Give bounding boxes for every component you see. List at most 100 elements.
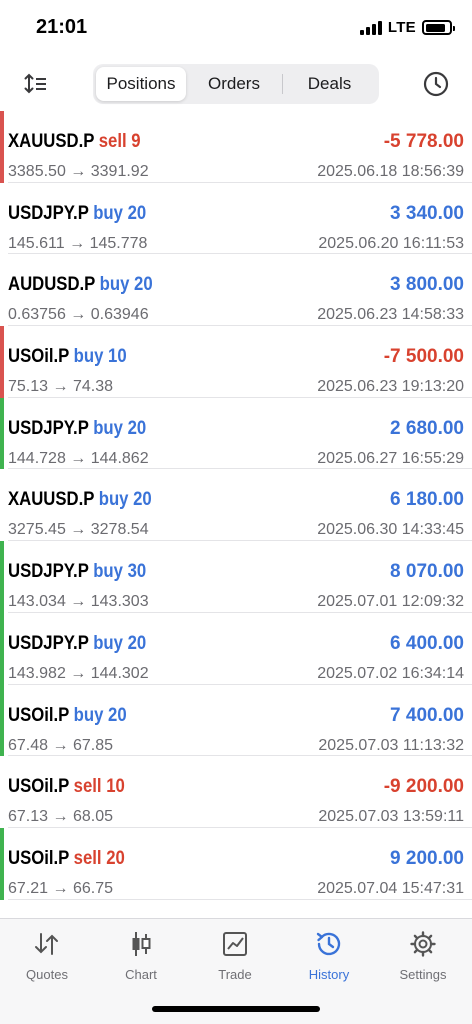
open-price: 67.21 — [8, 879, 49, 897]
trade-side: sell 9 — [98, 131, 141, 152]
trade-row[interactable]: USDJPY.P buy 20 143.982 → 144.302 6 400.00… — [0, 612, 472, 685]
arrow-icon: → — [70, 449, 87, 467]
status-time: 21:01 — [36, 16, 88, 38]
trade-chart-icon — [220, 929, 250, 959]
trade-symbol: XAUUSD.P — [8, 489, 95, 511]
arrow-icon: → — [70, 664, 87, 682]
tab-settings[interactable]: Settings — [376, 929, 470, 989]
trade-side: buy 30 — [93, 561, 147, 583]
open-price: 75.13 — [8, 378, 49, 396]
trade-list: XAUUSD.P sell 9 3385.50 → 3391.92 -5 778.0… — [0, 111, 472, 900]
arrow-icon: → — [52, 808, 69, 826]
trade-side: sell 10 — [73, 776, 125, 798]
open-price: 67.48 — [8, 736, 49, 754]
tab-quotes[interactable]: Quotes — [0, 929, 94, 989]
gear-icon — [408, 929, 438, 959]
open-price: 143.034 — [8, 593, 66, 611]
row-divider — [8, 898, 472, 900]
trade-symbol: AUDUSD.P — [8, 274, 96, 296]
arrow-icon: → — [70, 163, 87, 180]
result-marker — [0, 827, 4, 900]
segment-positions[interactable]: Positions — [96, 67, 186, 101]
trade-row[interactable]: AUDUSD.P buy 20 0.63756 → 0.63946 3 800.00… — [0, 254, 472, 327]
arrow-icon: → — [70, 521, 87, 539]
trade-row[interactable]: USDJPY.P buy 20 144.728 → 144.862 2 680.00… — [0, 397, 472, 470]
trade-row[interactable]: XAUUSD.P buy 20 3275.45 → 3278.54 6 180.00… — [0, 469, 472, 542]
segment-label: Orders — [208, 74, 260, 93]
tab-trade[interactable]: Trade — [188, 929, 282, 989]
toolbar: Positions Orders Deals — [0, 60, 472, 110]
trade-profit: 3 800.00 — [390, 274, 464, 296]
history-period-button[interactable] — [420, 68, 452, 100]
trade-profit: 3 340.00 — [390, 202, 464, 224]
arrow-icon: → — [52, 378, 69, 396]
close-price: 74.38 — [72, 378, 113, 396]
trade-symbol: USDJPY.P — [8, 417, 89, 439]
trade-symbol: USOil.P — [8, 346, 70, 368]
result-marker — [0, 183, 4, 255]
result-marker — [0, 397, 4, 470]
trade-prices: 75.13 → 74.38 — [8, 378, 113, 396]
trade-prices: 67.48 → 67.85 — [8, 737, 113, 755]
trade-prices: 67.13 → 68.05 — [8, 808, 113, 826]
tab-label: Trade — [218, 967, 252, 982]
trade-profit: 6 400.00 — [390, 632, 464, 654]
quotes-arrows-icon — [32, 929, 62, 959]
trade-profit: -9 200.00 — [383, 776, 464, 798]
trade-profit: 9 200.00 — [390, 847, 464, 869]
trade-datetime: 2025.07.03 11:13:32 — [318, 736, 464, 754]
trade-symbol-line: USOil.P buy 20 — [8, 705, 127, 727]
trade-datetime: 2025.07.03 13:59:11 — [318, 808, 464, 826]
result-marker — [0, 469, 4, 541]
trade-prices: 0.63756 → 0.63946 — [8, 306, 149, 324]
trade-prices: 67.21 → 66.75 — [8, 880, 113, 898]
close-price: 68.05 — [72, 808, 113, 826]
trade-prices: 3275.45 → 3278.54 — [8, 521, 149, 539]
trade-row[interactable]: USDJPY.P buy 20 145.611 → 145.778 3 340.00… — [0, 183, 472, 255]
trade-row[interactable]: USOil.P buy 20 67.48 → 67.85 7 400.00 2025.… — [0, 684, 472, 757]
history-clock-icon — [314, 929, 344, 959]
trade-symbol-line: USDJPY.P buy 20 — [8, 633, 146, 655]
segment-deals[interactable]: Deals — [283, 67, 376, 101]
candlestick-icon — [126, 929, 156, 959]
trade-symbol-line: USOil.P buy 10 — [8, 346, 127, 368]
trade-symbol: XAUUSD.P — [8, 131, 95, 152]
trade-row[interactable]: USOil.P sell 10 67.13 → 68.05 -9 200.00 202… — [0, 756, 472, 828]
open-price: 67.13 — [8, 808, 49, 826]
open-price: 3275.45 — [8, 521, 66, 539]
home-indicator — [152, 1006, 320, 1012]
result-marker — [0, 254, 4, 326]
trade-symbol: USDJPY.P — [8, 561, 89, 583]
trade-row[interactable]: USOil.P sell 20 67.21 → 66.75 9 200.00 2025… — [0, 827, 472, 900]
trade-prices: 143.982 → 144.302 — [8, 665, 149, 683]
close-price: 3391.92 — [90, 163, 149, 180]
trade-row[interactable]: USDJPY.P buy 30 143.034 → 143.303 8 070.00… — [0, 541, 472, 613]
result-marker — [0, 326, 4, 398]
arrow-icon: → — [70, 593, 87, 611]
close-price: 67.85 — [72, 736, 113, 754]
segment-orders[interactable]: Orders — [186, 67, 282, 101]
trade-datetime: 2025.06.27 16:55:29 — [317, 449, 464, 467]
trade-datetime: 2025.07.02 16:34:14 — [317, 664, 464, 682]
trade-datetime: 2025.06.23 19:13:20 — [317, 378, 464, 396]
network-type: LTE — [387, 19, 416, 36]
trade-side: buy 10 — [73, 346, 127, 368]
sort-button[interactable] — [20, 68, 52, 100]
trade-profit: 6 180.00 — [390, 489, 464, 511]
close-price: 144.862 — [90, 449, 149, 467]
tab-label: Chart — [125, 967, 157, 982]
tab-history[interactable]: History — [282, 929, 376, 989]
trade-symbol: USOil.P — [8, 847, 70, 869]
trade-datetime: 2025.07.01 12:09:32 — [317, 593, 464, 611]
status-bar: 21:01 LTE — [0, 0, 472, 56]
trade-symbol: USOil.P — [8, 704, 70, 726]
arrow-icon: → — [70, 306, 87, 324]
open-price: 143.982 — [8, 664, 66, 682]
trade-prices: 143.034 → 143.303 — [8, 593, 149, 611]
segmented-control: Positions Orders Deals — [93, 64, 379, 104]
trade-side: sell 20 — [73, 847, 125, 869]
trade-row[interactable]: USOil.P buy 10 75.13 → 74.38 -7 500.00 2025… — [0, 326, 472, 398]
trade-symbol-line: USDJPY.P buy 30 — [8, 561, 146, 583]
trade-row[interactable]: XAUUSD.P sell 9 3385.50 → 3391.92 -5 778.0… — [0, 111, 472, 183]
tab-chart[interactable]: Chart — [94, 929, 188, 989]
